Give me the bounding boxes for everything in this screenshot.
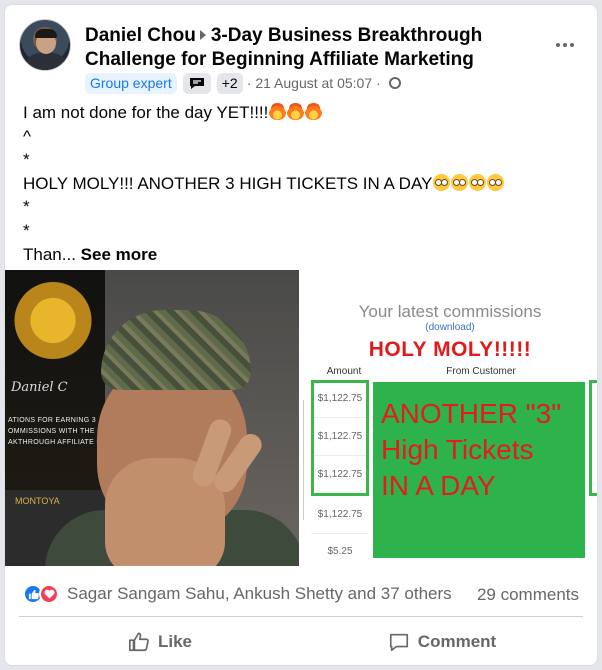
more-badges-count[interactable]: +2 xyxy=(216,72,243,94)
body-line: ^ xyxy=(23,126,31,146)
poster-brand: MONTOYA xyxy=(15,496,60,506)
post-card: Daniel Chou 3-Day Business Breakthrough C… xyxy=(4,4,598,666)
flushed-emoji-icon xyxy=(487,173,505,191)
see-more-link[interactable]: See more xyxy=(81,245,158,264)
love-reaction-icon xyxy=(39,584,59,604)
author-avatar[interactable] xyxy=(19,19,71,71)
amount-cell: $1,122.75 xyxy=(311,496,369,534)
comment-icon xyxy=(389,633,408,652)
body-line: * xyxy=(23,197,30,217)
reaction-names[interactable]: Sagar Sangam Sahu, Ankush Shetty and 37 … xyxy=(67,584,452,604)
conversation-starter-badge-icon[interactable] xyxy=(182,72,211,94)
table-edge xyxy=(303,400,307,520)
body-text-4: HOLY MOLY!!! ANOTHER 3 HIGH TICKETS IN A… xyxy=(23,173,433,193)
flushed-emoji-icon xyxy=(451,173,469,191)
post-header: Daniel Chou 3-Day Business Breakthrough C… xyxy=(19,17,583,97)
overlay-line: High Tickets xyxy=(381,434,534,465)
post-timestamp[interactable]: 21 August at 05:07 xyxy=(255,75,372,91)
action-divider xyxy=(19,616,583,617)
thumbs-up-icon xyxy=(128,632,149,652)
author-name[interactable]: Daniel Chou xyxy=(85,25,196,46)
meta-separator: · xyxy=(246,75,252,91)
like-button[interactable]: Like xyxy=(19,621,301,663)
body-text-1: I am not done for the day YET!!!! xyxy=(23,103,269,122)
group-expert-badge[interactable]: Group expert xyxy=(85,72,177,94)
avatar-shirt xyxy=(26,52,66,70)
overlay-line: IN A DAY xyxy=(381,470,496,501)
selfie-photo[interactable]: Daniel C ATIONS FOR EARNING 3 OMMISSIONS… xyxy=(5,270,299,566)
comment-label: Comment xyxy=(417,632,497,651)
comment-button[interactable]: Comment xyxy=(301,621,583,663)
body-line: HOLY MOLY!!! ANOTHER 3 HIGH TICKETS IN A… xyxy=(23,172,583,196)
arrow-right-icon xyxy=(199,30,206,41)
meta-separator: · xyxy=(376,75,381,91)
post-title-line: Daniel Chou 3-Day Business Breakthrough C… xyxy=(85,24,555,72)
amount-column-header: Amount xyxy=(326,366,362,377)
more-horizontal-icon[interactable] xyxy=(551,35,579,55)
body-line: * xyxy=(23,150,30,170)
body-line: I am not done for the day YET!!!! xyxy=(23,101,583,125)
highlight-border xyxy=(311,380,369,496)
fire-emoji-icon xyxy=(305,103,323,120)
lion-logo xyxy=(13,280,93,370)
post-media[interactable]: Daniel C ATIONS FOR EARNING 3 OMMISSIONS… xyxy=(5,270,597,566)
globe-icon xyxy=(388,77,401,89)
overlay-text: ANOTHER "3" High Tickets IN A DAY xyxy=(381,396,581,504)
post-meta: Group expert +2 · 21 August at 05:07 · xyxy=(85,72,401,94)
reaction-summary[interactable]: Sagar Sangam Sahu, Ankush Shetty and 37 … xyxy=(23,581,452,607)
comment-count[interactable]: 29 comments xyxy=(477,585,579,605)
flushed-emoji-icon xyxy=(469,173,487,191)
highlight-border-right xyxy=(589,380,597,496)
flushed-emoji-icon xyxy=(433,173,451,191)
avatar-hair xyxy=(35,29,57,38)
amount-cell: $5.25 xyxy=(327,545,353,557)
action-bar: Like Comment xyxy=(19,621,583,663)
overlay-line: ANOTHER "3" xyxy=(381,398,562,429)
commissions-title: Your latest commissions xyxy=(358,302,542,321)
fire-emoji-icon xyxy=(269,103,287,120)
customer-column-header: From Customer xyxy=(446,366,516,377)
body-line: Than... See more xyxy=(23,243,583,267)
download-link: (download) xyxy=(425,322,475,333)
post-body: I am not done for the day YET!!!! ^ * HO… xyxy=(23,101,583,266)
poster-signature: Daniel C xyxy=(11,380,68,395)
fire-emoji-icon xyxy=(287,103,305,120)
like-label: Like xyxy=(157,632,193,651)
holy-moly-text: HOLY MOLY!!!!! xyxy=(368,338,532,361)
commissions-screenshot[interactable]: Your latest commissions (download) HOLY … xyxy=(301,270,597,566)
body-truncated: Than... xyxy=(23,244,76,264)
poster-text: ATIONS FOR EARNING 3 OMMISSIONS WITH THE… xyxy=(8,417,102,446)
body-line: * xyxy=(23,220,30,240)
